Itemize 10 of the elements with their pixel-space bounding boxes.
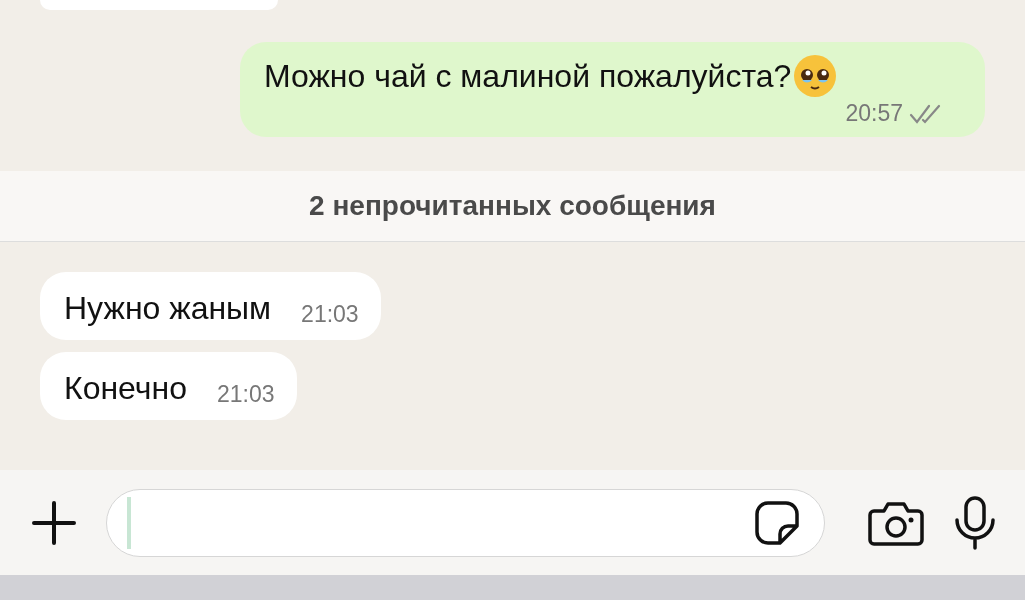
sticker-icon[interactable] (754, 499, 800, 546)
message-time: 20:57 (845, 100, 903, 127)
message-text: Конечно (64, 369, 187, 408)
message-time: 21:03 (301, 301, 359, 328)
microphone-button[interactable] (953, 494, 997, 551)
add-button[interactable] (30, 498, 78, 547)
message-time: 21:03 (217, 381, 275, 408)
message-text: Можно чай с малиной пожалуйста? (264, 57, 792, 96)
unread-count-label: 2 непрочитанных сообщения (309, 190, 716, 222)
message-text: Нужно жаным (64, 289, 272, 328)
